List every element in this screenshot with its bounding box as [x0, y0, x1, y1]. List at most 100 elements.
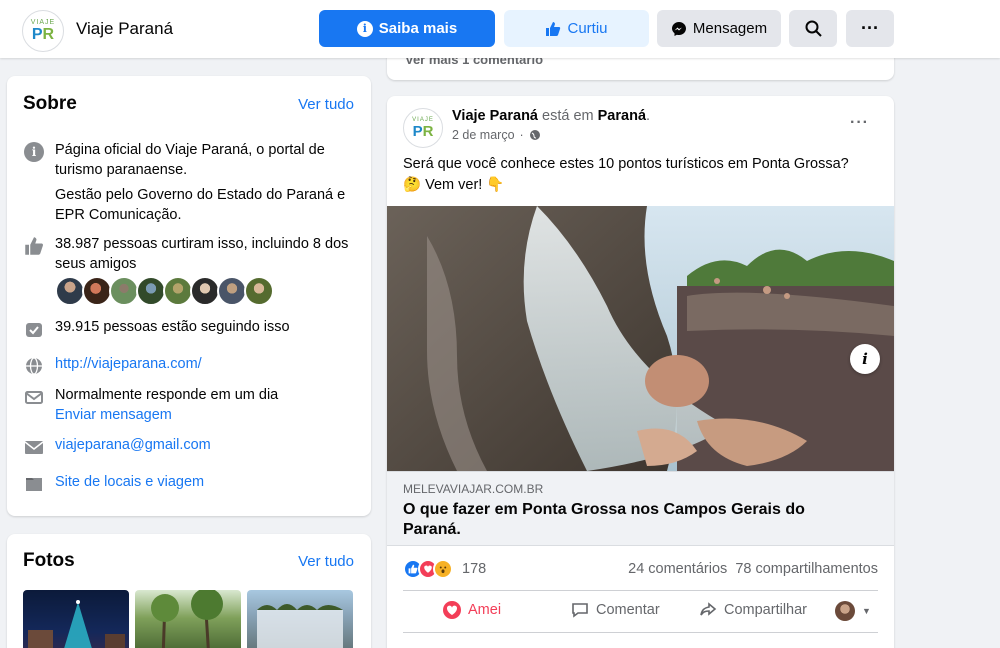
comment-button[interactable]: Comentar	[571, 601, 660, 619]
user-avatar	[835, 601, 855, 621]
about-title: Sobre	[23, 93, 77, 114]
friend-avatar[interactable]	[163, 276, 193, 306]
friend-avatar[interactable]	[136, 276, 166, 306]
post-location[interactable]: Paraná	[598, 108, 646, 124]
share-icon	[700, 602, 717, 616]
about-response-row: Normalmente responde em um dia Enviar me…	[23, 385, 353, 425]
saiba-mais-label: Saiba mais	[378, 20, 458, 37]
link-domain: MELEVAVIAJAR.COM.BR	[403, 482, 544, 496]
trees-image	[151, 590, 223, 648]
post-stats: 24 comentários 78 compartilhamentos	[628, 561, 878, 577]
search-button[interactable]	[789, 10, 837, 47]
photo-thumbnail[interactable]	[135, 590, 241, 648]
page-logo[interactable]: VIAJE PR	[22, 10, 64, 52]
info-icon: i	[24, 142, 44, 162]
messenger-icon	[671, 21, 686, 36]
about-description: Página oficial do Viaje Paraná, o portal…	[55, 142, 325, 178]
friend-avatar[interactable]	[217, 276, 247, 306]
friend-avatar[interactable]	[190, 276, 220, 306]
friend-avatar[interactable]	[82, 276, 112, 306]
share-button[interactable]: Compartilhar	[699, 601, 807, 619]
globe-icon	[26, 357, 42, 375]
about-category-row: Site de locais e viagem	[23, 472, 353, 495]
follow-icon	[26, 323, 42, 337]
post-text: Será que você conhece estes 10 pontos tu…	[403, 154, 873, 196]
post-date[interactable]: 2 de março	[452, 128, 515, 142]
about-likes-row: 38.987 pessoas curtiram isso, incluindo …	[23, 234, 353, 274]
response-time: Normalmente responde em um dia	[55, 387, 279, 403]
page-name[interactable]: Viaje Paraná	[76, 19, 173, 39]
category-link[interactable]: Site de locais e viagem	[55, 472, 204, 495]
about-followers: 39.915 pessoas estão seguindo isso	[55, 319, 290, 335]
divider	[403, 590, 878, 591]
photos-title: Fotos	[23, 550, 75, 571]
category-icon	[26, 478, 42, 491]
search-icon	[805, 20, 822, 37]
photos-see-all-link[interactable]: Ver tudo	[298, 553, 354, 570]
christmas-tree-image	[28, 600, 125, 648]
friend-avatar[interactable]	[109, 276, 139, 306]
post-text-line-2: 🤔 Vem ver! 👇	[403, 177, 505, 193]
waterfall-photo	[387, 206, 894, 471]
message-envelope-icon	[25, 391, 43, 404]
post-options-icon[interactable]: ···	[850, 114, 869, 132]
post-author-avatar[interactable]: VIAJE PR	[403, 108, 443, 148]
more-options-button[interactable]: ···	[846, 10, 894, 47]
photos-card: Fotos Ver tudo	[7, 534, 371, 648]
about-see-all-link[interactable]: Ver tudo	[298, 96, 354, 113]
more-icon: ···	[861, 18, 879, 38]
friend-avatar[interactable]	[244, 276, 274, 306]
divider	[403, 632, 878, 633]
waterfall-image	[257, 604, 343, 648]
reactions-summary[interactable]: 178	[403, 559, 486, 579]
curtiu-label: Curtiu	[567, 20, 608, 37]
about-website-row: http://viajeparana.com/	[23, 354, 353, 377]
reaction-count: 178	[462, 561, 487, 577]
share-label: Compartilhar	[724, 602, 807, 618]
photo-thumbnail[interactable]	[23, 590, 129, 648]
chevron-down-icon: ▼	[862, 606, 871, 616]
page-header: VIAJE PR Viaje Paraná i Saiba mais Curti…	[0, 0, 1000, 58]
love-label: Amei	[468, 602, 502, 618]
send-message-link[interactable]: Enviar mensagem	[55, 405, 278, 425]
public-globe-icon	[529, 130, 540, 140]
post-link-image[interactable]	[387, 206, 894, 471]
reaction-as-selector[interactable]: ▼	[835, 601, 871, 621]
about-card: Sobre Ver tudo i Página oficial do Viaje…	[7, 76, 371, 516]
about-likes: 38.987 pessoas curtiram isso, incluindo …	[55, 236, 349, 272]
shares-count[interactable]: 78 compartilhamentos	[735, 561, 878, 577]
mensagem-button[interactable]: Mensagem	[657, 10, 781, 47]
about-management: Gestão pelo Governo do Estado do Paraná …	[55, 187, 346, 223]
friends-avatars	[55, 276, 274, 306]
post-header-connector: está em	[538, 108, 598, 124]
link-info-icon[interactable]: i	[850, 344, 880, 374]
post-timestamp-row: 2 de março ·	[452, 128, 541, 142]
about-email-row: viajeparana@gmail.com	[23, 435, 353, 458]
link-title: O que fazer em Ponta Grossa nos Campos G…	[403, 501, 805, 538]
thumbs-up-icon	[546, 21, 561, 36]
mensagem-label: Mensagem	[692, 20, 768, 37]
post-author-name[interactable]: Viaje Paraná	[452, 108, 538, 124]
saiba-mais-button[interactable]: i Saiba mais	[319, 10, 495, 47]
wow-reaction-icon	[433, 559, 453, 579]
photo-thumbnail[interactable]	[247, 590, 353, 648]
website-link[interactable]: http://viajeparana.com/	[55, 354, 202, 377]
comment-icon	[572, 603, 588, 618]
comment-label: Comentar	[596, 602, 660, 618]
email-link[interactable]: viajeparana@gmail.com	[55, 435, 211, 458]
logo-p: P	[31, 26, 43, 43]
friend-avatar[interactable]	[55, 276, 85, 306]
link-preview[interactable]: MELEVAVIAJAR.COM.BR O que fazer em Ponta…	[387, 471, 894, 546]
love-button[interactable]: Amei	[443, 601, 501, 619]
comments-count[interactable]: 24 comentários	[628, 561, 727, 577]
curtiu-button[interactable]: Curtiu	[504, 10, 649, 47]
thumbs-up-icon	[25, 237, 43, 255]
post-card: VIAJE PR Viaje Paraná está em Paraná. 2 …	[387, 96, 894, 648]
heart-icon	[443, 601, 461, 619]
email-icon	[24, 441, 44, 454]
post-text-line-1: Será que você conhece estes 10 pontos tu…	[403, 156, 849, 172]
about-management-row: Gestão pelo Governo do Estado do Paraná …	[23, 185, 353, 225]
about-followers-row: 39.915 pessoas estão seguindo isso	[23, 317, 353, 340]
about-description-row: i Página oficial do Viaje Paraná, o port…	[23, 140, 353, 180]
logo-r: R	[42, 26, 55, 43]
